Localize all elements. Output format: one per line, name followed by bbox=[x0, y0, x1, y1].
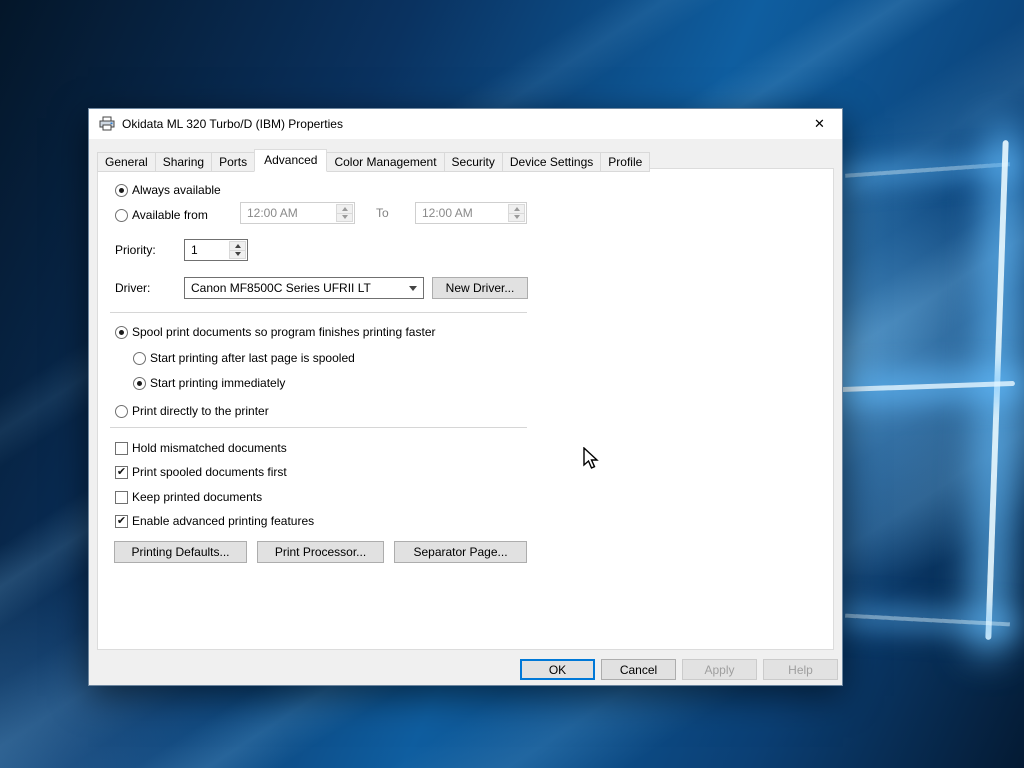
print-processor-label: Print Processor... bbox=[274, 545, 367, 559]
tab-sharing[interactable]: Sharing bbox=[154, 152, 213, 172]
separator bbox=[110, 427, 527, 428]
tab-device-settings[interactable]: Device Settings bbox=[501, 152, 602, 172]
always-available-radio[interactable] bbox=[115, 184, 128, 197]
spin-down-button[interactable] bbox=[508, 212, 525, 222]
tab-color-management[interactable]: Color Management bbox=[326, 152, 445, 172]
print-directly-radio[interactable] bbox=[115, 405, 128, 418]
tab-profile[interactable]: Profile bbox=[600, 152, 651, 172]
available-from-time-field[interactable]: 12:00 AM bbox=[240, 202, 355, 224]
start-immediately-radio[interactable] bbox=[133, 377, 146, 390]
separator bbox=[110, 312, 527, 313]
tab-security[interactable]: Security bbox=[443, 152, 503, 172]
from-time-spinner bbox=[336, 204, 353, 222]
available-from-label[interactable]: Available from bbox=[132, 209, 208, 222]
new-driver-button[interactable]: New Driver... bbox=[432, 277, 528, 299]
keep-printed-checkbox[interactable] bbox=[115, 491, 128, 504]
enable-advanced-features-checkbox[interactable] bbox=[115, 515, 128, 528]
hold-mismatched-checkbox[interactable] bbox=[115, 442, 128, 455]
hold-mismatched-label[interactable]: Hold mismatched documents bbox=[132, 442, 287, 455]
tab-general[interactable]: General bbox=[97, 152, 156, 172]
arrow-up-icon bbox=[234, 243, 241, 248]
printing-defaults-label: Printing Defaults... bbox=[131, 545, 230, 559]
priority-spin-buttons bbox=[229, 241, 246, 259]
arrow-up-icon bbox=[513, 206, 520, 211]
priority-value: 1 bbox=[191, 243, 198, 257]
separator-page-label: Separator Page... bbox=[413, 545, 508, 559]
help-button-label: Help bbox=[788, 662, 813, 677]
keep-printed-label[interactable]: Keep printed documents bbox=[132, 491, 262, 504]
start-after-last-page-radio[interactable] bbox=[133, 352, 146, 365]
spool-documents-label[interactable]: Spool print documents so program finishe… bbox=[132, 326, 436, 339]
help-button[interactable]: Help bbox=[763, 659, 838, 680]
enable-advanced-features-label[interactable]: Enable advanced printing features bbox=[132, 515, 314, 528]
printing-defaults-button[interactable]: Printing Defaults... bbox=[114, 541, 247, 563]
close-button[interactable]: ✕ bbox=[797, 109, 842, 138]
priority-label: Priority: bbox=[115, 243, 156, 257]
apply-button[interactable]: Apply bbox=[682, 659, 757, 680]
dialog-titlebar[interactable]: Okidata ML 320 Turbo/D (IBM) Properties … bbox=[89, 109, 842, 139]
tab-ports[interactable]: Ports bbox=[211, 152, 256, 172]
spin-down-button[interactable] bbox=[229, 249, 246, 259]
arrow-down-icon bbox=[341, 215, 348, 220]
to-time-value: 12:00 AM bbox=[422, 206, 473, 220]
driver-label: Driver: bbox=[115, 281, 151, 295]
driver-value: Canon MF8500C Series UFRII LT bbox=[191, 281, 371, 295]
arrow-down-icon bbox=[234, 252, 241, 257]
separator-page-button[interactable]: Separator Page... bbox=[394, 541, 527, 563]
tab-strip: General Sharing Ports Advanced Color Man… bbox=[97, 149, 651, 172]
spin-down-button[interactable] bbox=[336, 212, 353, 222]
printer-icon bbox=[99, 116, 115, 131]
from-time-value: 12:00 AM bbox=[247, 206, 298, 220]
apply-button-label: Apply bbox=[704, 662, 735, 677]
cancel-button-label: Cancel bbox=[619, 662, 658, 677]
spool-documents-radio[interactable] bbox=[115, 326, 128, 339]
print-directly-label[interactable]: Print directly to the printer bbox=[132, 405, 269, 418]
arrow-up-icon bbox=[341, 206, 348, 211]
available-from-radio[interactable] bbox=[115, 209, 128, 222]
print-processor-button[interactable]: Print Processor... bbox=[257, 541, 384, 563]
print-spooled-first-checkbox[interactable] bbox=[115, 466, 128, 479]
print-spooled-first-label[interactable]: Print spooled documents first bbox=[132, 466, 287, 479]
arrow-down-icon bbox=[513, 215, 520, 220]
priority-spinner[interactable]: 1 bbox=[184, 239, 248, 261]
always-available-label[interactable]: Always available bbox=[132, 184, 221, 197]
printer-properties-dialog: Okidata ML 320 Turbo/D (IBM) Properties … bbox=[88, 108, 843, 686]
cancel-button[interactable]: Cancel bbox=[601, 659, 676, 680]
ok-button-label: OK bbox=[548, 662, 567, 677]
tab-advanced[interactable]: Advanced bbox=[254, 149, 328, 172]
to-time-spinner bbox=[508, 204, 525, 222]
dialog-title: Okidata ML 320 Turbo/D (IBM) Properties bbox=[122, 117, 343, 131]
start-immediately-label[interactable]: Start printing immediately bbox=[150, 377, 285, 390]
advanced-tab-panel: Always available Available from 12:00 AM… bbox=[97, 168, 834, 650]
close-icon: ✕ bbox=[814, 115, 825, 131]
driver-dropdown[interactable]: Canon MF8500C Series UFRII LT bbox=[184, 277, 424, 299]
to-label: To bbox=[376, 206, 389, 220]
new-driver-button-label: New Driver... bbox=[445, 281, 515, 295]
dropdown-arrow-zone[interactable] bbox=[404, 279, 422, 297]
ok-button[interactable]: OK bbox=[520, 659, 595, 680]
available-to-time-field[interactable]: 12:00 AM bbox=[415, 202, 527, 224]
start-after-last-page-label[interactable]: Start printing after last page is spoole… bbox=[150, 352, 355, 365]
chevron-down-icon bbox=[409, 285, 417, 291]
